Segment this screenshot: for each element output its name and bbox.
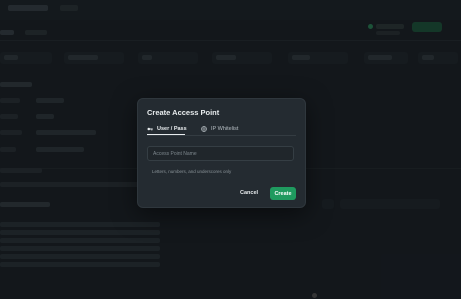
input-placeholder: Access Point Name — [153, 151, 197, 157]
create-access-point-dialog: Create Access Point User / Pass IP White… — [137, 98, 306, 208]
tab-ip-whitelist[interactable]: IP Whitelist — [201, 124, 238, 134]
cancel-button[interactable]: Cancel — [240, 190, 258, 196]
create-button[interactable]: Create — [270, 187, 296, 200]
app-background: Create Access Point User / Pass IP White… — [0, 0, 461, 299]
dialog-title: Create Access Point — [147, 108, 220, 117]
active-tab-indicator — [147, 134, 185, 135]
globe-icon — [201, 126, 207, 132]
tab-ip-whitelist-label: IP Whitelist — [211, 126, 239, 132]
tab-user-pass[interactable]: User / Pass — [147, 124, 187, 134]
tab-user-pass-label: User / Pass — [157, 126, 187, 132]
auth-type-tabs: User / Pass IP Whitelist — [147, 124, 296, 136]
input-hint: Letters, numbers, and underscores only — [152, 169, 232, 174]
key-icon — [147, 126, 153, 132]
access-point-name-input[interactable]: Access Point Name — [147, 146, 294, 161]
